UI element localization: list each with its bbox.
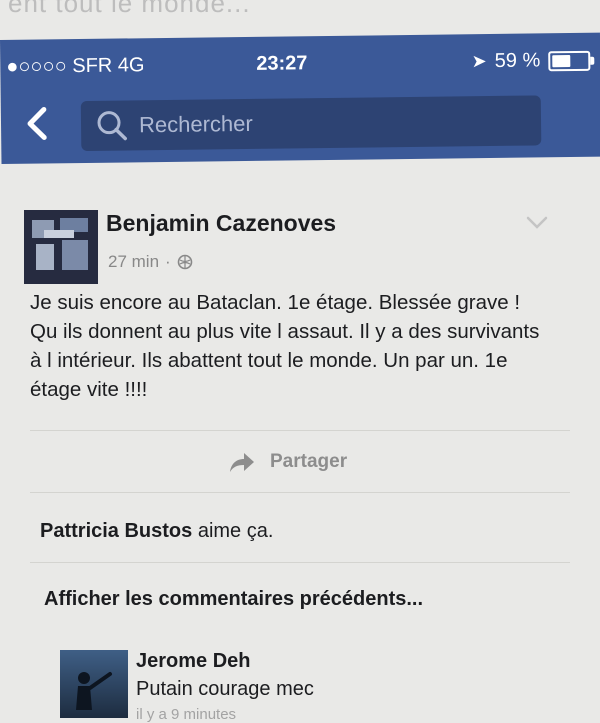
post-time[interactable]: 27 min: [108, 252, 159, 272]
background-page-text: ent tout le monde...: [8, 0, 251, 18]
search-input[interactable]: [136, 106, 502, 140]
search-bar[interactable]: [80, 95, 542, 152]
divider: [30, 562, 570, 563]
search-row: [1, 89, 600, 156]
post-author-name[interactable]: Benjamin Cazenoves: [106, 210, 336, 237]
post-meta: 27 min ·: [108, 252, 193, 272]
meta-separator: ·: [165, 252, 171, 271]
location-arrow-icon: ➤: [471, 51, 487, 72]
carrier-label: ●○○○○ SFR 4G: [6, 54, 145, 78]
likes-suffix: aime ça.: [192, 520, 274, 542]
profile-picture-icon: [24, 210, 98, 284]
back-button[interactable]: [17, 101, 58, 145]
author-avatar[interactable]: [24, 210, 98, 284]
battery-group: ➤ 59 %: [471, 49, 591, 73]
liker-name[interactable]: Pattricia Bustos: [40, 520, 192, 542]
post-options-chevron-icon[interactable]: [526, 216, 548, 230]
commenter-photo-icon: [60, 650, 128, 718]
battery-fill: [552, 54, 571, 67]
app-header: ●○○○○ SFR 4G 23:27 ➤ 59 %: [0, 32, 600, 164]
post-card: Benjamin Cazenoves 27 min · Je suis enco…: [0, 180, 600, 723]
share-arrow-icon: [230, 453, 254, 472]
search-icon: [97, 111, 127, 141]
comment-time: il y a 9 minutes: [136, 706, 237, 723]
divider: [30, 430, 570, 431]
battery-icon: [548, 50, 591, 71]
battery-percent: 59 %: [494, 49, 541, 72]
share-button[interactable]: Partager: [228, 450, 347, 474]
divider: [30, 492, 570, 493]
comment-author-name[interactable]: Jerome Deh: [136, 650, 251, 673]
share-label: Partager: [270, 451, 348, 472]
commenter-avatar[interactable]: [60, 650, 128, 718]
comment-text: Putain courage mec: [136, 678, 314, 700]
post-text: Je suis encore au Bataclan. 1e étage. Bl…: [30, 291, 540, 401]
globe-icon: [177, 254, 193, 270]
clock-time: 23:27: [256, 52, 308, 75]
status-bar: ●○○○○ SFR 4G 23:27 ➤ 59 %: [6, 47, 591, 80]
previous-comments-link[interactable]: Afficher les commentaires précédents...: [44, 588, 423, 611]
chevron-left-icon: [27, 106, 47, 140]
likes-summary[interactable]: Pattricia Bustos aime ça.: [40, 520, 273, 543]
